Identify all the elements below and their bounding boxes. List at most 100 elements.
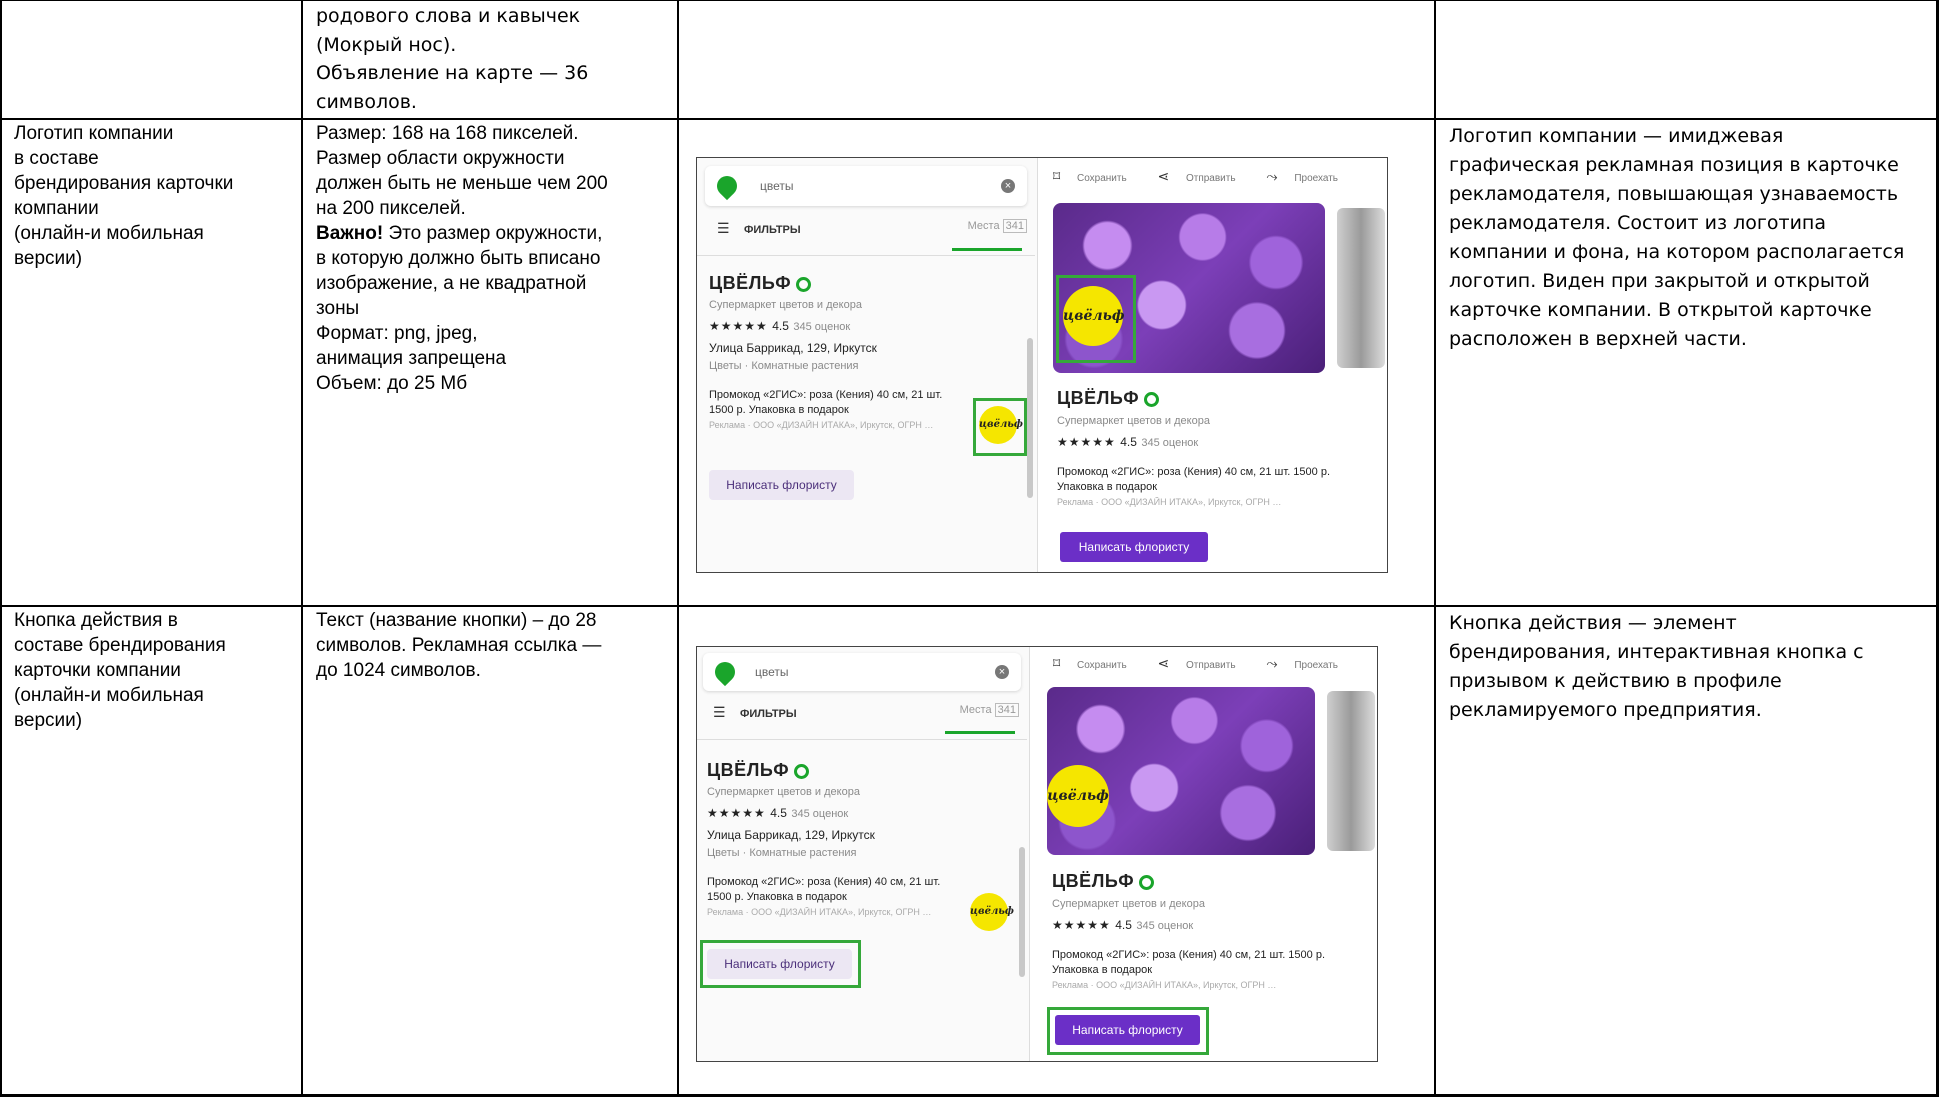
row2-req-line: на 200 пикселей. xyxy=(316,198,466,219)
places-label: Места xyxy=(959,704,992,716)
company-category: Супермаркет цветов и декора xyxy=(707,786,860,798)
table-border-top xyxy=(0,0,1939,1)
row2-title-line: Логотип компании xyxy=(14,123,174,144)
rating-row: ★★★★★ 4.5 345 оценок xyxy=(707,804,1019,822)
ad-disclaimer: Реклама · ООО «ДИЗАЙН ИТАКА», Иркутск, О… xyxy=(707,907,932,917)
row2-req-line: Объем: до 25 Мб xyxy=(316,373,468,394)
company-category: Супермаркет цветов и декора xyxy=(1052,898,1205,910)
company-name-row: ЦВЁЛЬФ xyxy=(709,273,1024,294)
verified-icon xyxy=(794,764,810,780)
save-label: Сохранить xyxy=(1076,660,1127,671)
row2-desc-line: карточке компании. В открытой карточке xyxy=(1449,299,1872,321)
filters-icon[interactable]: ☰ xyxy=(713,704,726,720)
company-photo-next[interactable] xyxy=(1337,208,1385,368)
rating-stars: ★★★★★ xyxy=(707,806,766,820)
company-name: ЦВЁЛЬФ xyxy=(1057,388,1140,408)
rating-stars: ★★★★★ xyxy=(1052,918,1111,932)
row2-desc-line: компании и фона, на котором располагаетс… xyxy=(1449,241,1905,263)
rating-row: ★★★★★ 4.5 345 оценок xyxy=(709,317,1024,335)
route-action[interactable]: ⤳ Проехать xyxy=(1266,168,1352,184)
places-tab[interactable]: Места 341 xyxy=(959,703,1019,717)
row3-title: Кнопка действия в составе брендирования … xyxy=(14,608,299,733)
row3-desc-line: брендирования, интерактивная кнопка с xyxy=(1449,641,1864,663)
places-tab[interactable]: Места 341 xyxy=(967,219,1027,233)
row2-title-line: версии) xyxy=(14,248,83,269)
row2-desc-line: графическая рекламная позиция в карточке xyxy=(1449,154,1899,176)
company-card-right: ЦВЁЛЬФ Супермаркет цветов и декора ★★★★★… xyxy=(1057,388,1377,507)
search-input[interactable]: цветы × xyxy=(705,166,1027,206)
company-name-row: ЦВЁЛЬФ xyxy=(1057,388,1377,409)
logo-highlight-frame xyxy=(973,398,1027,456)
scrollbar[interactable] xyxy=(1027,338,1033,498)
filters-row: ☰ ФИЛЬТРЫ Места 341 xyxy=(717,219,1027,240)
company-address: Улица Баррикад, 129, Иркутск xyxy=(707,828,875,842)
filters-icon[interactable]: ☰ xyxy=(717,220,730,236)
company-name: ЦВЁЛЬФ xyxy=(707,760,790,780)
col-divider-3 xyxy=(1434,0,1436,1097)
filters-label[interactable]: ФИЛЬТРЫ xyxy=(744,224,801,236)
rating-row: ★★★★★ 4.5 345 оценок xyxy=(1052,916,1372,934)
save-action[interactable]: ⌑ Сохранить xyxy=(1053,655,1141,671)
row1-req-line: родового слова и кавычек xyxy=(316,5,581,27)
row3-desc-line: рекламируемого предприятия. xyxy=(1449,699,1762,721)
col-divider-2 xyxy=(677,0,679,1097)
row1-requirements: родового слова и кавычек (Мокрый нос). О… xyxy=(316,2,676,110)
write-florist-button[interactable]: Написать флористу xyxy=(1060,532,1208,562)
bookmark-icon: ⌑ xyxy=(1053,655,1061,671)
row2-desc-line: Логотип компании — имиджевая xyxy=(1449,125,1784,147)
company-photo-next[interactable] xyxy=(1327,691,1375,851)
rating-value: 4.5 xyxy=(1120,435,1137,449)
search-text: цветы xyxy=(760,179,794,193)
row2-req-line: Формат: png, jpeg, xyxy=(316,323,478,344)
route-action[interactable]: ⤳ Проехать xyxy=(1266,655,1352,671)
row-divider-2 xyxy=(0,605,1939,607)
share-icon: ⋖ xyxy=(1157,168,1170,184)
row1-req-line: (Мокрый нос). xyxy=(316,33,457,56)
reviews-count: 345 оценок xyxy=(1141,437,1199,449)
row2-description: Логотип компании — имиджевая графическая… xyxy=(1449,122,1934,354)
row2-desc-line: рекламодателя, повышающая узнаваемость xyxy=(1449,183,1899,205)
rating-row: ★★★★★ 4.5 345 оценок xyxy=(1057,433,1377,451)
row3-title-line: карточки компании xyxy=(14,660,181,681)
save-label: Сохранить xyxy=(1076,173,1127,184)
search-input[interactable]: цветы × xyxy=(703,653,1021,691)
row2-req-line: Размер: 168 на 168 пикселей. xyxy=(316,123,579,144)
scrollbar[interactable] xyxy=(1019,847,1025,977)
row2-desc-line: рекламодателя. Состоит из логотипа xyxy=(1449,212,1826,234)
logo-highlight-frame xyxy=(1056,275,1136,363)
reviews-count: 345 оценок xyxy=(1136,920,1194,932)
row2-req-line: изображение, а не квадратной xyxy=(316,273,587,294)
route-icon: ⤳ xyxy=(1266,655,1278,671)
example-screenshot-button: цветы × ☰ ФИЛЬТРЫ Места 341 ЦВЁЛЬФ Супер… xyxy=(696,646,1378,1062)
search-text: цветы xyxy=(755,665,789,679)
company-logo-small: цвёльф xyxy=(970,893,1014,931)
rating-value: 4.5 xyxy=(770,806,787,820)
places-label: Места xyxy=(967,220,1000,232)
send-action[interactable]: ⋖ Отправить xyxy=(1157,655,1249,671)
filters-label[interactable]: ФИЛЬТРЫ xyxy=(740,708,797,720)
promo-text: Промокод «2ГИС»: роза (Кения) 40 см, 21 … xyxy=(1057,466,1331,493)
reviews-count: 345 оценок xyxy=(791,808,849,820)
write-florist-button[interactable]: Написать флористу xyxy=(709,470,854,500)
2gis-pin-icon xyxy=(712,171,742,201)
row2-req-line: зоны xyxy=(316,298,360,319)
card-actions-bar: ⌑ Сохранить ⋖ Отправить ⤳ Проехать xyxy=(1053,655,1366,672)
row3-req-line: Текст (название кнопки) – до 28 xyxy=(316,610,597,631)
example-screenshot-logo: цветы × ☰ ФИЛЬТРЫ Места 341 ЦВЁЛЬФ Супер… xyxy=(696,157,1388,573)
clear-icon[interactable]: × xyxy=(1001,179,1015,193)
company-name: ЦВЁЛЬФ xyxy=(1052,871,1135,891)
route-label: Проехать xyxy=(1294,660,1338,671)
promo-text: Промокод «2ГИС»: роза (Кения) 40 см, 21 … xyxy=(707,876,941,903)
card-divider xyxy=(697,255,1035,256)
save-action[interactable]: ⌑ Сохранить xyxy=(1053,168,1141,184)
button-highlight-frame xyxy=(700,940,861,988)
company-card[interactable]: ЦВЁЛЬФ Супермаркет цветов и декора ★★★★★… xyxy=(707,760,1019,917)
send-action[interactable]: ⋖ Отправить xyxy=(1157,168,1249,184)
company-name: ЦВЁЛЬФ xyxy=(709,273,792,293)
2gis-pin-icon xyxy=(710,657,740,687)
row3-desc-line: Кнопка действия — элемент xyxy=(1449,612,1737,634)
clear-icon[interactable]: × xyxy=(995,665,1009,679)
places-count: 341 xyxy=(994,703,1019,717)
row2-title-line: компании xyxy=(14,198,99,219)
route-label: Проехать xyxy=(1294,173,1338,184)
